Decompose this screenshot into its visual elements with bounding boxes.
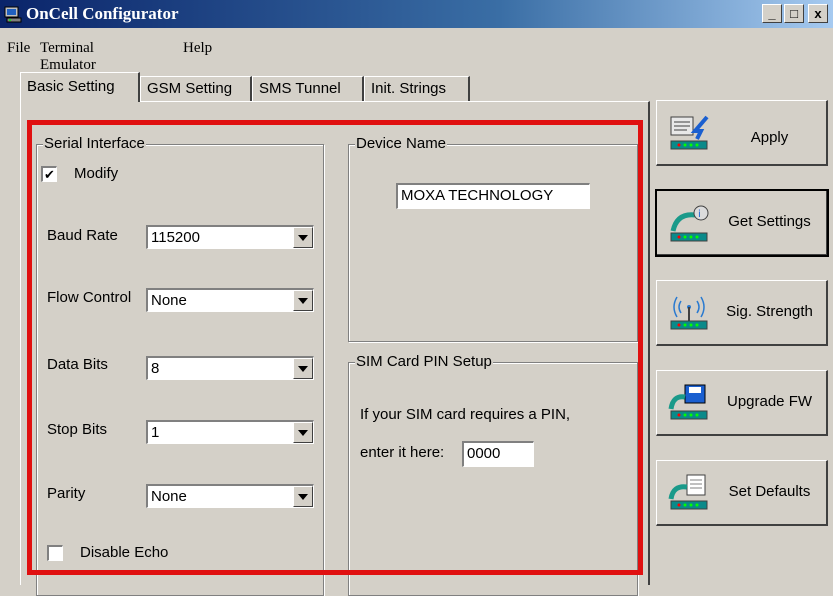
tab-basic-setting[interactable]: Basic Setting <box>20 72 140 102</box>
apply-icon <box>670 115 709 150</box>
chevron-down-icon[interactable] <box>293 358 313 379</box>
close-button[interactable]: x <box>808 4 828 23</box>
chevron-down-icon[interactable] <box>293 227 313 248</box>
tab-sms-tunnel[interactable]: SMS Tunnel <box>252 76 364 101</box>
modify-label: Modify <box>74 165 119 182</box>
modify-checkbox[interactable]: ✔ <box>41 166 57 182</box>
window-title: OnCell Configurator <box>26 4 179 23</box>
tab-gsm-setting[interactable]: GSM Setting <box>140 76 252 101</box>
sim-pin-input[interactable]: 0000 <box>462 441 534 467</box>
parity-value: None <box>151 488 187 505</box>
set-defaults-button[interactable]: Set Defaults <box>656 460 828 526</box>
parity-label: Parity <box>47 485 86 502</box>
sim-pin-instruction: If your SIM card requires a PIN, <box>360 406 571 423</box>
app-icon <box>4 6 22 23</box>
stop-bits-label: Stop Bits <box>47 421 108 438</box>
sig-strength-label: Sig. Strength <box>726 303 813 320</box>
baud-rate-select[interactable]: 115200 <box>146 225 314 249</box>
upgrade-fw-button[interactable]: Upgrade FW <box>656 370 828 436</box>
disable-echo-label: Disable Echo <box>80 544 169 561</box>
data-bits-value: 8 <box>151 360 160 377</box>
upgrade-icon <box>668 384 708 420</box>
device-name-title: Device Name <box>355 135 448 153</box>
upgrade-fw-label: Upgrade FW <box>726 393 813 410</box>
menu-terminal-emulator[interactable]: Terminal Emulator <box>40 40 96 74</box>
set-defaults-label: Set Defaults <box>728 483 811 500</box>
maximize-button[interactable]: □ <box>784 4 804 23</box>
baud-rate-label: Baud Rate <box>47 227 118 244</box>
apply-button[interactable]: Apply <box>656 100 828 166</box>
get-settings-button[interactable]: i Get Settings <box>655 189 829 257</box>
device-name-group: Device Name <box>348 135 638 342</box>
sim-pin-title: SIM Card PIN Setup <box>355 353 493 371</box>
chevron-down-icon[interactable] <box>293 422 313 443</box>
chevron-down-icon[interactable] <box>293 290 313 311</box>
flow-control-select[interactable]: None <box>146 288 314 312</box>
apply-label: Apply <box>750 129 789 146</box>
stop-bits-select[interactable]: 1 <box>146 420 314 444</box>
flow-control-value: None <box>151 292 187 309</box>
get-settings-label: Get Settings <box>728 213 811 230</box>
signal-icon <box>670 296 708 330</box>
set-defaults-icon <box>668 474 708 510</box>
parity-select[interactable]: None <box>146 484 314 508</box>
serial-interface-title: Serial Interface <box>43 135 146 153</box>
data-bits-label: Data Bits <box>47 356 108 373</box>
device-name-input[interactable]: MOXA TECHNOLOGY <box>396 183 590 209</box>
baud-rate-value: 115200 <box>151 229 200 246</box>
menu-help[interactable]: Help <box>183 40 212 57</box>
sim-pin-group: SIM Card PIN Setup <box>348 353 638 596</box>
sig-strength-button[interactable]: Sig. Strength <box>656 280 828 346</box>
get-settings-icon: i <box>670 205 709 242</box>
title-bar[interactable]: OnCell Configurator _ □ x <box>0 0 833 28</box>
chevron-down-icon[interactable] <box>293 486 313 507</box>
menu-file[interactable]: File <box>7 40 30 57</box>
data-bits-select[interactable]: 8 <box>146 356 314 380</box>
sim-pin-label: enter it here: <box>360 444 445 461</box>
minimize-button[interactable]: _ <box>762 4 782 23</box>
tab-init-strings[interactable]: Init. Strings <box>364 76 470 101</box>
stop-bits-value: 1 <box>151 424 160 441</box>
svg-text:i: i <box>698 209 701 220</box>
flow-control-label: Flow Control <box>47 289 132 306</box>
disable-echo-checkbox[interactable] <box>47 545 63 561</box>
